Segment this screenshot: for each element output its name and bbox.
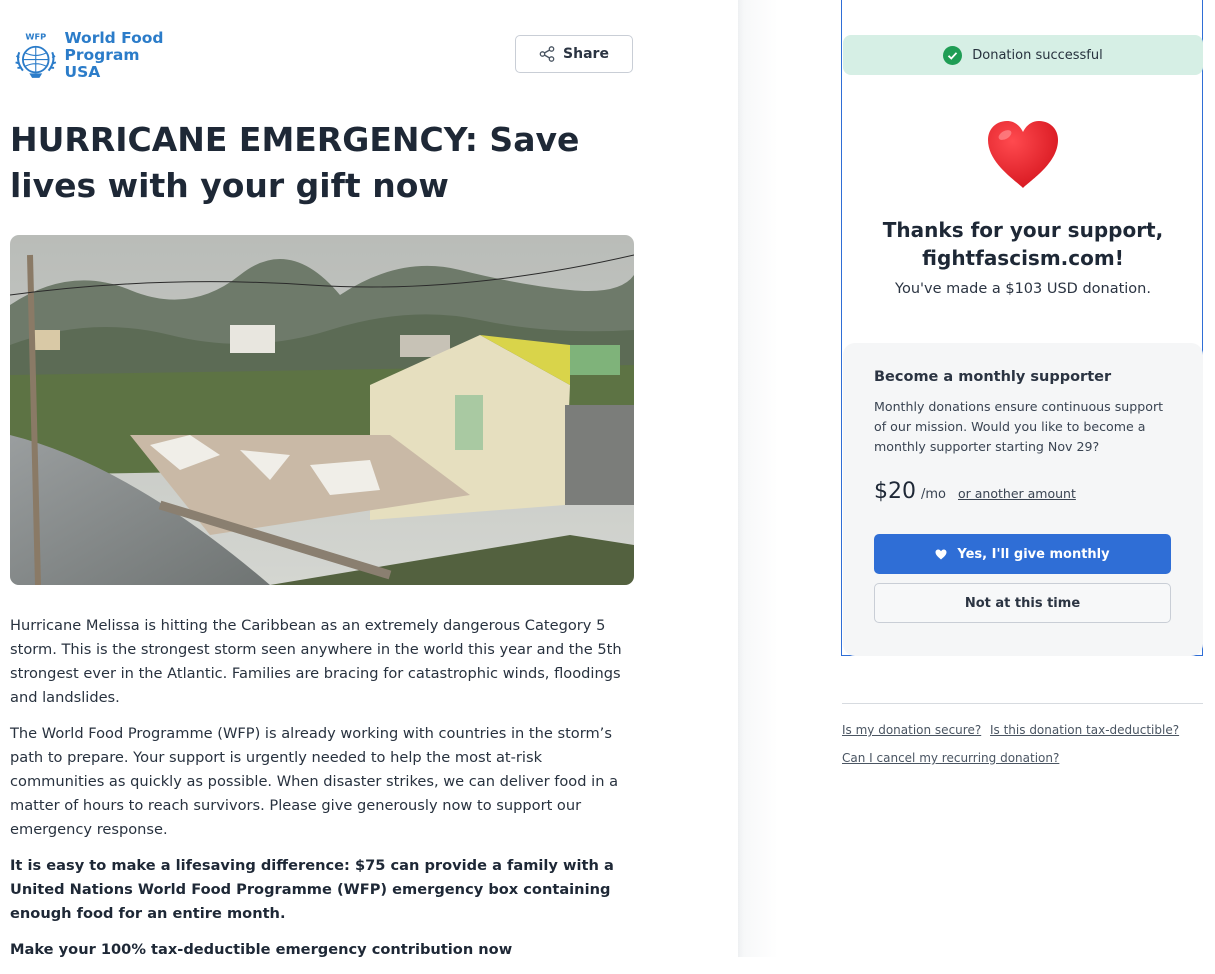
faq-secure-link[interactable]: Is my donation secure? bbox=[842, 723, 981, 737]
monthly-title: Become a monthly supporter bbox=[874, 369, 1112, 385]
paragraph-1: Hurricane Melissa is hitting the Caribbe… bbox=[10, 617, 622, 706]
monthly-amount: $20 bbox=[874, 479, 916, 504]
give-monthly-button[interactable]: Yes, I'll give monthly bbox=[874, 534, 1171, 574]
monthly-amount-row: $20 /mo or another amount bbox=[874, 479, 1076, 504]
campaign-description: Hurricane Melissa is hitting the Caribbe… bbox=[10, 614, 630, 974]
hurricane-damage-image bbox=[10, 235, 634, 585]
thanks-heading: Thanks for your support, fightfascism.co… bbox=[882, 218, 1164, 270]
donation-success-banner: Donation successful bbox=[843, 35, 1203, 75]
share-icon bbox=[539, 46, 555, 62]
other-amount-link[interactable]: or another amount bbox=[958, 486, 1076, 501]
paragraph-3: It is easy to make a lifesaving differen… bbox=[10, 857, 614, 922]
wfp-emblem-icon: WFP bbox=[15, 31, 57, 78]
not-at-this-time-button[interactable]: Not at this time bbox=[874, 583, 1171, 623]
paragraph-2: The World Food Programme (WFP) is alread… bbox=[10, 725, 619, 838]
logo-badge: WFP bbox=[25, 31, 46, 41]
wfp-logo[interactable]: WFP World Food Program USA bbox=[11, 28, 171, 82]
campaign-panel: WFP World Food Program USA Share HURRICA… bbox=[0, 0, 738, 958]
monthly-period: /mo bbox=[921, 487, 946, 502]
give-monthly-label: Yes, I'll give monthly bbox=[957, 546, 1110, 562]
success-text: Donation successful bbox=[972, 47, 1103, 63]
monthly-description: Monthly donations ensure continuous supp… bbox=[874, 399, 1164, 454]
logo-wordmark: World Food Program USA bbox=[64, 28, 172, 81]
monthly-upsell-box: Become a monthly supporter Monthly donat… bbox=[843, 343, 1203, 656]
faq-divider bbox=[842, 703, 1203, 704]
paragraph-4: Make your 100% tax-deductible emergency … bbox=[10, 941, 513, 958]
faq-tax-link[interactable]: Is this donation tax-deductible? bbox=[990, 723, 1179, 737]
heart-icon bbox=[988, 121, 1058, 188]
logo-line-2: Program USA bbox=[64, 45, 140, 81]
logo-line-1: World Food bbox=[64, 28, 164, 47]
faq-cancel-link[interactable]: Can I cancel my recurring donation? bbox=[842, 751, 1059, 765]
check-circle-icon bbox=[943, 45, 963, 65]
donation-amount-text: You've made a $103 USD donation. bbox=[895, 281, 1151, 297]
heart-small-icon bbox=[935, 549, 947, 559]
share-label: Share bbox=[563, 46, 609, 62]
share-button[interactable]: Share bbox=[515, 35, 633, 73]
page-title: HURRICANE EMERGENCY: Save lives with you… bbox=[10, 120, 580, 205]
